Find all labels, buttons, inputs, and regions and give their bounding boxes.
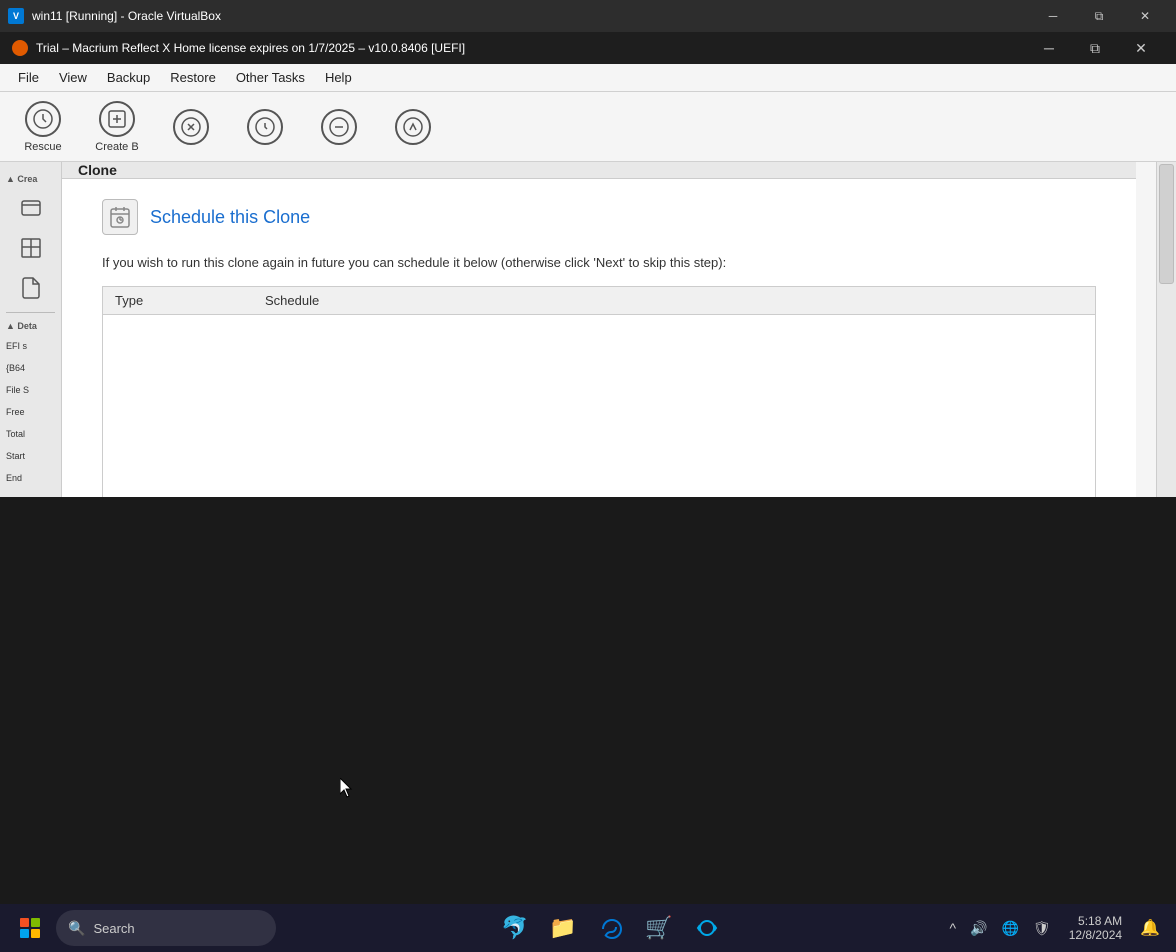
menu-file[interactable]: File [8, 66, 49, 89]
schedule-table-header: Type Schedule [103, 287, 1095, 315]
taskbar-search-box[interactable]: 🔍 Search [56, 910, 276, 946]
sidebar-end: End [0, 467, 61, 489]
tray-network-icon[interactable]: 🌐 [997, 918, 1022, 939]
dialog-header-text: Clone [78, 162, 117, 178]
content-panel: Clone [62, 162, 1156, 497]
dialog-header: Clone [62, 162, 1136, 179]
toolbar-icon-5 [321, 109, 357, 145]
app-titlebar: Trial – Macrium Reflect X Home license e… [0, 32, 1176, 64]
taskbar-right: ^ 🔊 🌐 🛡 5:18 AM 12/8/2024 🔔 [945, 912, 1164, 944]
menu-bar: File View Backup Restore Other Tasks Hel… [0, 64, 1176, 92]
sidebar-item-file[interactable] [0, 268, 61, 308]
dialog-title-section: Schedule this Clone [102, 199, 1096, 235]
clock-date: 12/8/2024 [1069, 928, 1122, 942]
windows-logo-icon [20, 918, 40, 938]
search-placeholder: Search [93, 921, 134, 936]
col-schedule-header: Schedule [265, 293, 319, 308]
toolbar-btn-3[interactable] [156, 96, 226, 158]
schedule-table: Type Schedule [102, 286, 1096, 497]
toolbar-btn-6[interactable] [378, 96, 448, 158]
taskbar-tray: ^ 🔊 🌐 🛡 [945, 918, 1054, 939]
clock-time: 5:18 AM [1069, 914, 1122, 928]
menu-view[interactable]: View [49, 66, 97, 89]
app-title: Trial – Macrium Reflect X Home license e… [36, 41, 1018, 55]
search-icon: 🔍 [68, 920, 85, 937]
toolbar-create-label: Create B [95, 141, 138, 153]
menu-restore[interactable]: Restore [160, 66, 226, 89]
toolbar-icon-6 [395, 109, 431, 145]
taskbar-pinned-apps: 🐬 📁 🛒 [276, 908, 945, 948]
toolbar-icon-4 [247, 109, 283, 145]
schedule-table-body [103, 315, 1095, 497]
toolbar-btn-4[interactable] [230, 96, 300, 158]
sidebar-efi-guid: {B64 [0, 357, 61, 379]
app-close-btn[interactable]: ✕ [1118, 32, 1164, 64]
sidebar-item-disk[interactable] [0, 188, 61, 228]
app-minimize-btn[interactable]: ─ [1026, 32, 1072, 64]
vbox-close-btn[interactable]: ✕ [1122, 0, 1168, 32]
sidebar-section-create: ▲ Crea [0, 170, 61, 188]
sidebar-item-windows[interactable] [0, 228, 61, 268]
menu-help[interactable]: Help [315, 66, 362, 89]
rescue-icon [25, 101, 61, 137]
cursor [340, 778, 354, 798]
taskbar-edge-icon[interactable] [591, 908, 631, 948]
vbox-titlebar: V win11 [Running] - Oracle VirtualBox ─ … [0, 0, 1176, 32]
right-scrollbar-panel [1156, 162, 1176, 497]
toolbar-rescue-btn[interactable]: Rescue [8, 96, 78, 158]
main-area: ▲ Crea ▲ Deta EFI s {B64 File S Free [0, 162, 1176, 497]
sidebar-free: Free [0, 401, 61, 423]
notification-icon[interactable]: 🔔 [1136, 916, 1164, 940]
sidebar-start: Start [0, 445, 61, 467]
tray-sound-icon[interactable]: 🔊 [966, 918, 991, 939]
vbox-minimize-btn[interactable]: ─ [1030, 0, 1076, 32]
taskbar-dolphin-icon[interactable]: 🐬 [495, 908, 535, 948]
toolbar-btn-5[interactable] [304, 96, 374, 158]
toolbar-create-btn[interactable]: Create B [82, 96, 152, 158]
sidebar: ▲ Crea ▲ Deta EFI s {B64 File S Free [0, 162, 62, 497]
taskbar-files-icon[interactable]: 📁 [543, 908, 583, 948]
sidebar-efi: EFI s [0, 335, 61, 357]
dialog-description: If you wish to run this clone again in f… [102, 255, 1096, 270]
taskbar: 🔍 Search 🐬 📁 🛒 ^ 🔊 🌐 🛡 5:18 AM 12/8/2024 [0, 904, 1176, 952]
sidebar-section-details: ▲ Deta [0, 317, 61, 335]
tray-security-icon[interactable]: 🛡 [1029, 918, 1055, 939]
vbox-app-icon: V [8, 8, 24, 24]
create-icon [99, 101, 135, 137]
app-restore-btn[interactable]: ⧉ [1072, 32, 1118, 64]
app-logo-icon [12, 40, 28, 56]
taskbar-store-icon[interactable]: 🛒 [639, 908, 679, 948]
clone-dialog: Clone [62, 162, 1136, 497]
toolbar: Rescue Create B [0, 92, 1176, 162]
app-window-controls: ─ ⧉ ✕ [1026, 32, 1164, 64]
menu-other-tasks[interactable]: Other Tasks [226, 66, 315, 89]
dialog-title-text: Schedule this Clone [150, 207, 310, 228]
start-button[interactable] [12, 910, 48, 946]
toolbar-icon-3 [173, 109, 209, 145]
tray-chevron-icon[interactable]: ^ [945, 918, 960, 938]
menu-backup[interactable]: Backup [97, 66, 160, 89]
taskbar-sync-icon[interactable] [687, 908, 727, 948]
vbox-title: win11 [Running] - Oracle VirtualBox [32, 9, 1022, 23]
dialog-body: Schedule this Clone If you wish to run t… [62, 179, 1136, 497]
schedule-icon [102, 199, 138, 235]
sidebar-total: Total [0, 423, 61, 445]
toolbar-rescue-label: Rescue [24, 141, 61, 153]
taskbar-clock[interactable]: 5:18 AM 12/8/2024 [1063, 912, 1128, 944]
vbox-restore-btn[interactable]: ⧉ [1076, 0, 1122, 32]
col-type-header: Type [115, 293, 265, 308]
sidebar-file-size: File S [0, 379, 61, 401]
vbox-window-controls: ─ ⧉ ✕ [1030, 0, 1168, 32]
